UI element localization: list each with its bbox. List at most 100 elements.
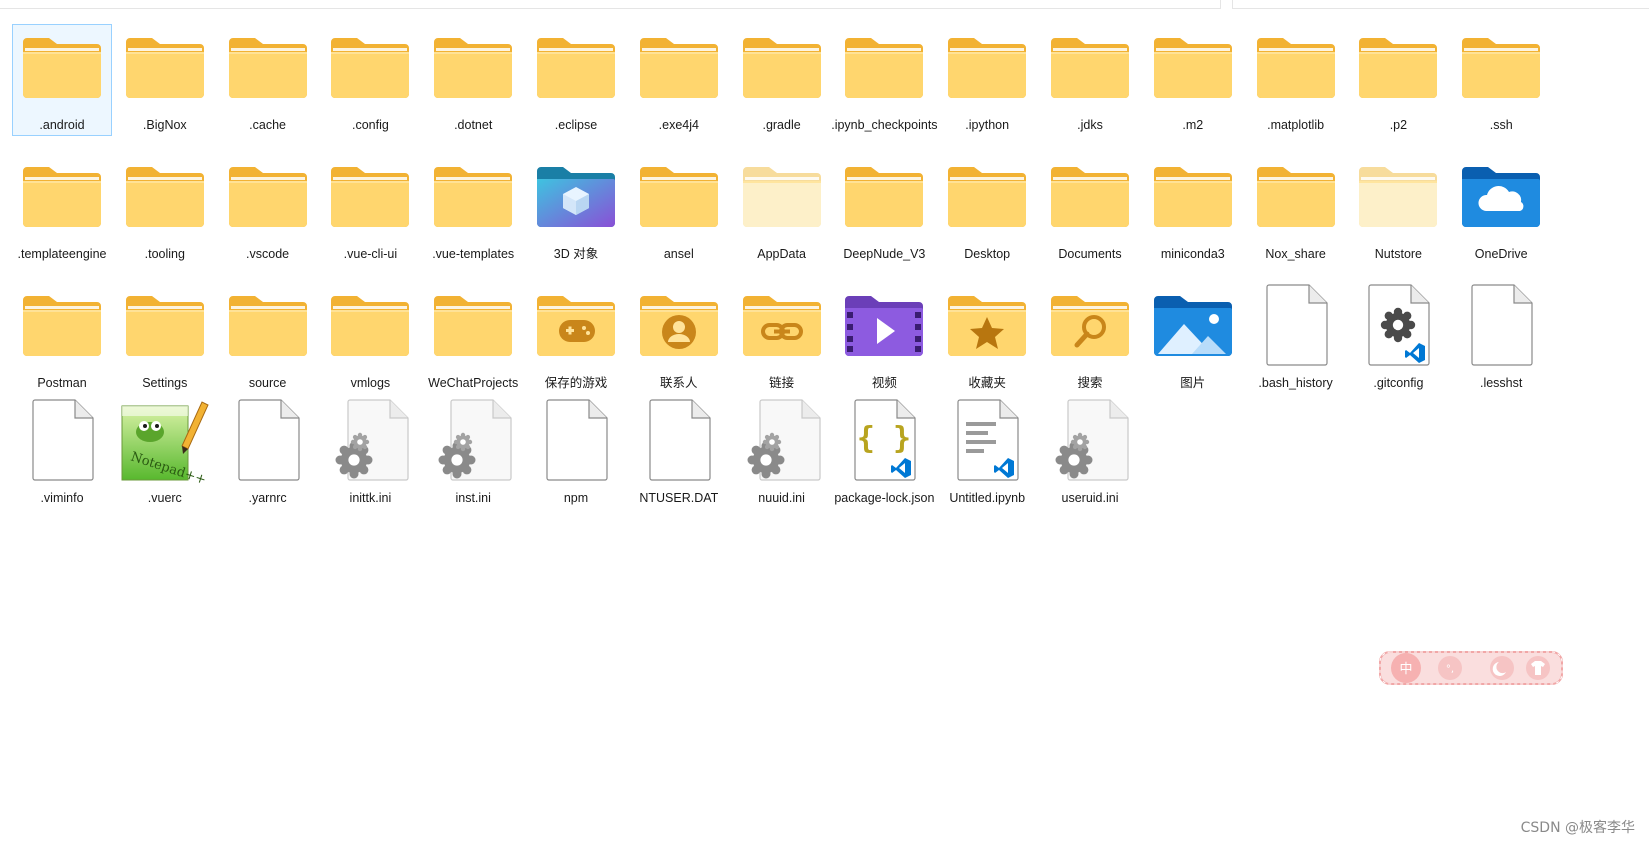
file-name: NTUSER.DAT bbox=[639, 491, 719, 505]
file-item[interactable]: Notepad++ .vuerc bbox=[115, 397, 215, 509]
file-name: Nutstore bbox=[1374, 247, 1423, 261]
contacts-folder-icon bbox=[630, 283, 728, 367]
file-item[interactable]: .m2 bbox=[1143, 24, 1243, 136]
file-item[interactable]: 联系人 bbox=[629, 282, 729, 394]
file-item[interactable]: vmlogs bbox=[320, 282, 420, 394]
file-item[interactable]: .ssh bbox=[1451, 24, 1551, 136]
blank-file-icon bbox=[1247, 283, 1345, 367]
file-name: 收藏夹 bbox=[968, 376, 1006, 390]
file-name: vmlogs bbox=[350, 376, 391, 390]
file-item[interactable]: Desktop bbox=[937, 153, 1037, 265]
folder-icon bbox=[1041, 25, 1139, 109]
file-item[interactable]: .vscode bbox=[218, 153, 318, 265]
file-item[interactable]: inst.ini bbox=[423, 397, 523, 509]
file-name: OneDrive bbox=[1474, 247, 1528, 261]
file-item[interactable]: OneDrive bbox=[1451, 153, 1551, 265]
file-item[interactable]: .vue-cli-ui bbox=[320, 153, 420, 265]
file-item[interactable]: inittk.ini bbox=[320, 397, 420, 509]
file-item[interactable]: WeChatProjects bbox=[423, 282, 523, 394]
folder-icon bbox=[835, 25, 933, 109]
file-name: miniconda3 bbox=[1160, 247, 1225, 261]
file-item[interactable]: .bash_history bbox=[1246, 282, 1346, 394]
ime-mode-label[interactable]: 中 bbox=[1399, 662, 1412, 677]
file-item[interactable]: .eclipse bbox=[526, 24, 626, 136]
file-item[interactable]: .lesshst bbox=[1451, 282, 1551, 394]
file-item[interactable]: Nox_share bbox=[1246, 153, 1346, 265]
file-item[interactable]: .p2 bbox=[1348, 24, 1448, 136]
hidden-folder-icon bbox=[1349, 154, 1447, 238]
file-item[interactable]: nuuid.ini bbox=[732, 397, 832, 509]
file-item[interactable]: 收藏夹 bbox=[937, 282, 1037, 394]
file-name: 视频 bbox=[871, 376, 897, 390]
file-item[interactable]: useruid.ini bbox=[1040, 397, 1140, 509]
folder-icon bbox=[1452, 25, 1550, 109]
file-item[interactable]: NTUSER.DAT bbox=[629, 397, 729, 509]
file-item[interactable]: .jdks bbox=[1040, 24, 1140, 136]
file-name: .vue-templates bbox=[432, 247, 515, 261]
file-name: Postman bbox=[37, 376, 87, 390]
file-name: 搜索 bbox=[1077, 376, 1103, 390]
file-item[interactable]: .config bbox=[320, 24, 420, 136]
address-bar[interactable] bbox=[0, 0, 1221, 9]
file-item[interactable]: 保存的游戏 bbox=[526, 282, 626, 394]
file-item[interactable]: .gradle bbox=[732, 24, 832, 136]
file-item[interactable]: .ipynb_checkpoints bbox=[831, 24, 938, 136]
file-item[interactable]: Documents bbox=[1040, 153, 1140, 265]
file-item[interactable]: { } package-lock.json bbox=[834, 397, 934, 509]
file-item[interactable]: Postman bbox=[12, 282, 112, 394]
file-item[interactable]: ansel bbox=[629, 153, 729, 265]
folder-icon bbox=[1247, 154, 1345, 238]
file-name: Settings bbox=[142, 376, 188, 390]
file-item[interactable]: 视频 bbox=[834, 282, 934, 394]
file-item[interactable]: 3D 对象 bbox=[526, 153, 626, 265]
vscode-settings-file-icon bbox=[1349, 283, 1447, 367]
file-name: .vue-cli-ui bbox=[343, 247, 398, 261]
file-item[interactable]: Settings bbox=[115, 282, 215, 394]
file-item[interactable]: .tooling bbox=[115, 153, 215, 265]
file-item[interactable]: miniconda3 bbox=[1143, 153, 1243, 265]
file-item[interactable]: .ipython bbox=[937, 24, 1037, 136]
pictures-folder-icon bbox=[1144, 283, 1242, 367]
file-item[interactable]: DeepNude_V3 bbox=[834, 153, 934, 265]
file-item[interactable]: .vue-templates bbox=[423, 153, 523, 265]
file-name: .lesshst bbox=[1479, 376, 1523, 390]
file-item[interactable]: .cache bbox=[218, 24, 318, 136]
folder-icon bbox=[321, 25, 419, 109]
file-item[interactable]: 链接 bbox=[732, 282, 832, 394]
file-item[interactable]: .yarnrc bbox=[218, 397, 318, 509]
file-item[interactable]: Nutstore bbox=[1348, 153, 1448, 265]
file-item[interactable]: .exe4j4 bbox=[629, 24, 729, 136]
folder-icon bbox=[219, 25, 317, 109]
file-item[interactable]: .viminfo bbox=[12, 397, 112, 509]
file-name: .ipynb_checkpoints bbox=[831, 118, 938, 132]
ime-toolbar[interactable]: 中 °, bbox=[1378, 646, 1564, 690]
file-item[interactable]: .gitconfig bbox=[1348, 282, 1448, 394]
file-name: 图片 bbox=[1180, 376, 1206, 390]
folder-icon bbox=[1144, 154, 1242, 238]
file-name: .p2 bbox=[1389, 118, 1408, 132]
blank-file-icon bbox=[630, 398, 728, 482]
file-name: .eclipse bbox=[554, 118, 598, 132]
blank-file-icon bbox=[13, 398, 111, 482]
file-name: .exe4j4 bbox=[658, 118, 699, 132]
file-name: .vscode bbox=[246, 247, 290, 261]
file-name: .bash_history bbox=[1258, 376, 1333, 390]
file-item[interactable]: AppData bbox=[732, 153, 832, 265]
file-name: useruid.ini bbox=[1061, 491, 1119, 505]
file-item[interactable]: .BigNox bbox=[115, 24, 215, 136]
file-item[interactable]: 图片 bbox=[1143, 282, 1243, 394]
file-item[interactable]: 搜索 bbox=[1040, 282, 1140, 394]
file-item[interactable]: .matplotlib bbox=[1246, 24, 1346, 136]
file-item[interactable]: npm bbox=[526, 397, 626, 509]
file-item[interactable]: source bbox=[218, 282, 318, 394]
ini-settings-file-icon bbox=[321, 398, 419, 482]
ime-punct-label[interactable]: °, bbox=[1446, 664, 1454, 675]
file-name: .yarnrc bbox=[248, 491, 287, 505]
file-item[interactable]: .dotnet bbox=[423, 24, 523, 136]
search-box[interactable] bbox=[1232, 0, 1649, 9]
videos-folder-icon bbox=[835, 283, 933, 367]
file-item[interactable]: Untitled.ipynb bbox=[937, 397, 1037, 509]
file-item[interactable]: .android bbox=[12, 24, 112, 136]
file-item[interactable]: .templateengine bbox=[12, 153, 112, 265]
file-name: .cache bbox=[249, 118, 287, 132]
